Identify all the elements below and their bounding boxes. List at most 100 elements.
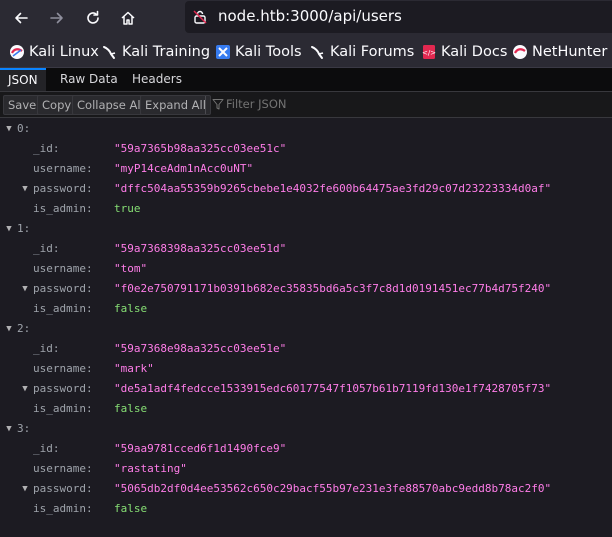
bookmarks-toolbar: Kali Linux Kali Training Kali Tools Kali…	[0, 36, 612, 68]
tab-raw-data[interactable]: Raw Data	[52, 68, 126, 91]
bookmark-kali-training[interactable]: Kali Training	[102, 42, 210, 62]
tree-row-username[interactable]: username: "tom"	[0, 259, 612, 279]
expand-toggle-icon[interactable]: ▼	[3, 319, 15, 339]
bookmark-kali-linux[interactable]: Kali Linux	[9, 42, 99, 62]
tree-key-username: username:	[33, 262, 93, 275]
home-button[interactable]	[114, 4, 142, 32]
tree-key-id: _id:	[33, 142, 60, 155]
tree-value-password: "5065db2df0d4ee53562c650c29bacf55b97e231…	[114, 482, 552, 495]
kali-forums-icon	[311, 46, 324, 59]
tree-value-username: "rastating"	[114, 462, 187, 475]
bookmark-label: Kali Training	[122, 44, 211, 60]
tree-value-id: "59aa9781cced6f1d1490fce9"	[114, 442, 287, 455]
tree-row-username[interactable]: username: "myP14ceAdm1nAcc0uNT"	[0, 159, 612, 179]
filter-icon	[212, 99, 224, 110]
tree-key-index: 1:	[17, 222, 31, 235]
reload-icon	[87, 10, 99, 24]
tree-value-isadmin: true	[114, 202, 141, 215]
tree-row-isadmin[interactable]: is_admin: false	[0, 499, 612, 519]
bookmark-nethunter[interactable]: NetHunter	[512, 42, 607, 62]
bookmark-kali-tools[interactable]: Kali Tools	[215, 42, 302, 62]
arrow-right-icon	[50, 12, 63, 24]
tree-key-isadmin: is_admin:	[33, 502, 93, 515]
toolbar-separator	[205, 96, 206, 114]
collapse-all-button[interactable]: Collapse All	[72, 95, 149, 115]
reload-button[interactable]	[79, 4, 107, 32]
tree-key-index: 3:	[17, 422, 31, 435]
expand-toggle-icon[interactable]: ▼	[3, 119, 15, 139]
expand-all-button[interactable]: Expand All	[140, 95, 211, 115]
svg-text:</>: </>	[422, 49, 436, 57]
tree-value-username: "myP14ceAdm1nAcc0uNT"	[114, 162, 254, 175]
tree-value-id: "59a7368e98aa325cc03ee51e"	[114, 342, 287, 355]
bookmark-label: Kali Linux	[29, 44, 99, 60]
tree-row-password[interactable]: ▼ password: "dffc504aa55359b9265cbebe1e403…	[0, 179, 612, 199]
forward-button[interactable]	[43, 4, 71, 32]
expand-toggle-icon[interactable]: ▼	[19, 479, 31, 499]
tree-value-id: "59a7365b98aa325cc03ee51c"	[114, 142, 287, 155]
tree-key-password: password:	[33, 282, 93, 295]
tree-key-id: _id:	[33, 242, 60, 255]
json-toolbar: Save Copy Collapse All Expand All Filter…	[0, 92, 612, 118]
bookmark-label: NetHunter	[532, 44, 608, 60]
tree-key-isadmin: is_admin:	[33, 202, 93, 215]
tree-row-username[interactable]: username: "rastating"	[0, 459, 612, 479]
arrow-left-icon	[15, 12, 28, 24]
tree-row-id[interactable]: _id: "59a7365b98aa325cc03ee51c"	[0, 139, 612, 159]
tree-row-isadmin[interactable]: is_admin: true	[0, 199, 612, 219]
tree-row-id[interactable]: _id: "59aa9781cced6f1d1490fce9"	[0, 439, 612, 459]
tree-value-password: "de5a1adf4fedcce1533915edc60177547f1057b…	[114, 382, 552, 395]
tree-value-isadmin: false	[114, 302, 148, 315]
url-text: node.htb:3000/api/users	[218, 7, 402, 25]
filter-json-input[interactable]: Filter JSON	[226, 97, 286, 111]
tree-row-id[interactable]: _id: "59a7368e98aa325cc03ee51e"	[0, 339, 612, 359]
tree-row-id[interactable]: _id: "59a7368398aa325cc03ee51d"	[0, 239, 612, 259]
tree-key-username: username:	[33, 162, 93, 175]
tree-key-id: _id:	[33, 342, 60, 355]
tree-row-username[interactable]: username: "mark"	[0, 359, 612, 379]
bookmark-kali-forums[interactable]: Kali Forums	[310, 42, 414, 62]
tab-json[interactable]: JSON	[0, 68, 46, 91]
expand-toggle-icon[interactable]: ▼	[19, 179, 31, 199]
back-button[interactable]	[7, 4, 35, 32]
tree-row-user-2[interactable]: ▼ 2:	[0, 319, 612, 339]
viewer-tabs: JSON Raw Data Headers	[0, 68, 612, 92]
kali-icon	[10, 45, 24, 59]
tree-row-user-3[interactable]: ▼ 3:	[0, 419, 612, 439]
url-bar[interactable]: node.htb:3000/api/users	[185, 1, 612, 33]
tree-key-isadmin: is_admin:	[33, 302, 93, 315]
bookmark-label: Kali Forums	[330, 44, 415, 60]
bookmark-label: Kali Tools	[235, 44, 302, 60]
tree-key-password: password:	[33, 382, 93, 395]
tree-row-isadmin[interactable]: is_admin: false	[0, 399, 612, 419]
tree-value-password: "dffc504aa55359b9265cbebe1e4032fe600b644…	[114, 182, 552, 195]
navigation-toolbar: node.htb:3000/api/users	[0, 0, 612, 36]
expand-toggle-icon[interactable]: ▼	[3, 419, 15, 439]
bookmark-kali-docs[interactable]: </> Kali Docs	[421, 42, 507, 62]
expand-toggle-icon[interactable]: ▼	[3, 219, 15, 239]
tree-key-username: username:	[33, 462, 93, 475]
copy-button[interactable]: Copy	[37, 95, 77, 115]
home-icon	[121, 11, 135, 25]
tree-row-password[interactable]: ▼ password: "5065db2df0d4ee53562c650c29bac…	[0, 479, 612, 499]
tree-row-user-1[interactable]: ▼ 1:	[0, 219, 612, 239]
kali-tools-icon	[216, 45, 230, 59]
nethunter-icon	[513, 45, 527, 59]
tree-key-password: password:	[33, 482, 93, 495]
tree-value-username: "mark"	[114, 362, 154, 375]
tree-key-username: username:	[33, 362, 93, 375]
tab-headers[interactable]: Headers	[124, 68, 190, 91]
tree-row-user-0[interactable]: ▼ 0:	[0, 119, 612, 139]
page-info-icon[interactable]	[192, 9, 208, 25]
expand-toggle-icon[interactable]: ▼	[19, 379, 31, 399]
save-button[interactable]: Save	[3, 95, 42, 115]
json-tree: ▼ 0: _id: "59a7365b98aa325cc03ee51c" usernam…	[0, 118, 612, 537]
tree-row-isadmin[interactable]: is_admin: false	[0, 299, 612, 319]
tree-row-password[interactable]: ▼ password: "de5a1adf4fedcce1533915edc6017…	[0, 379, 612, 399]
tree-row-password[interactable]: ▼ password: "f0e2e750791171b0391b682ec3583…	[0, 279, 612, 299]
tree-key-password: password:	[33, 182, 93, 195]
tree-value-id: "59a7368398aa325cc03ee51d"	[114, 242, 287, 255]
tree-value-isadmin: false	[114, 502, 148, 515]
expand-toggle-icon[interactable]: ▼	[19, 279, 31, 299]
tree-key-index: 0:	[17, 122, 31, 135]
